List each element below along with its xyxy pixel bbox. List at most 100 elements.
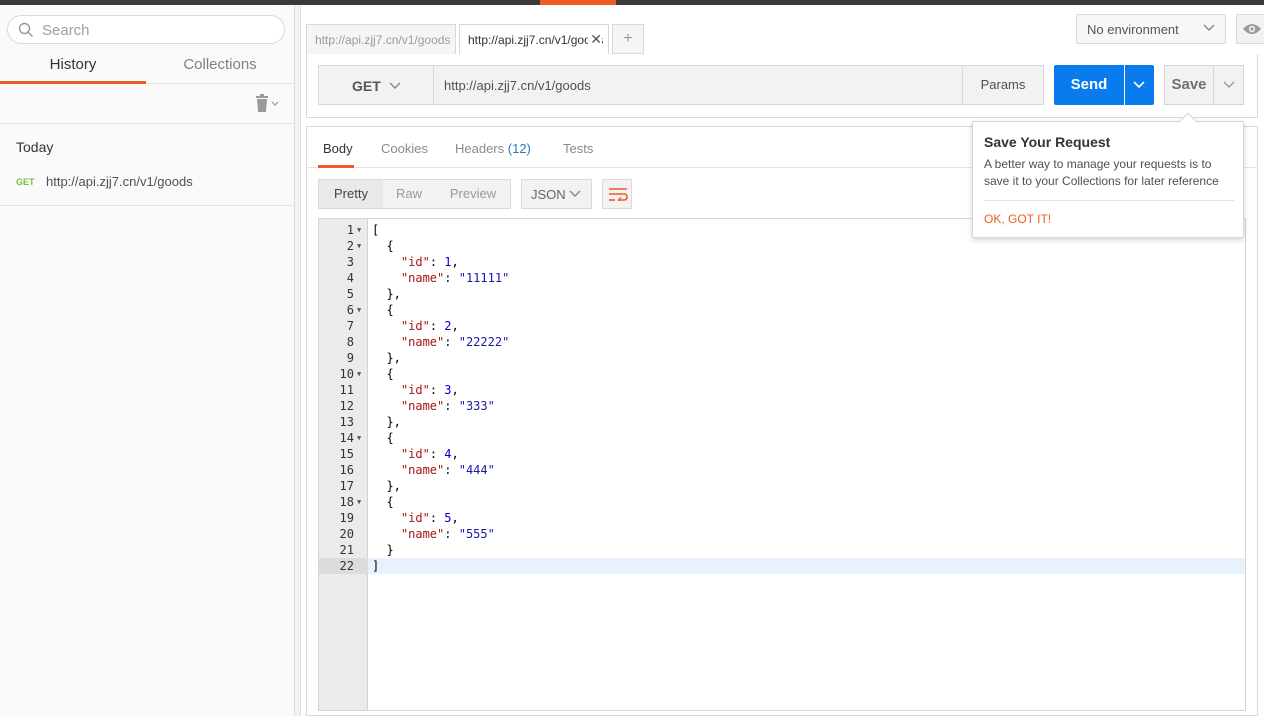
code-text: {: [372, 431, 394, 445]
code-line: 9 },: [319, 350, 1245, 366]
headers-count-badge: (12): [507, 141, 531, 156]
line-number: 18: [339, 495, 354, 509]
line-number: 16: [339, 463, 354, 477]
tooltip-divider: [984, 200, 1234, 201]
code-line: 17 },: [319, 478, 1245, 494]
tab-cookies[interactable]: Cookies: [381, 127, 428, 168]
code-text: "id": 1,: [400, 255, 459, 269]
language-select[interactable]: JSON: [521, 179, 592, 209]
environment-select[interactable]: No environment: [1076, 14, 1226, 44]
history-url: http://api.zjj7.cn/v1/goods: [46, 174, 193, 189]
line-number: 22: [339, 559, 354, 573]
code-text: {: [372, 367, 394, 381]
code-line: 20 "name": "555": [319, 526, 1245, 542]
save-button[interactable]: Save: [1164, 65, 1214, 105]
code-line: 21 }: [319, 542, 1245, 558]
save-options-button[interactable]: [1213, 65, 1244, 105]
chevron-down-icon: [1223, 81, 1235, 88]
request-tab-bar: http://api.zjj7.cn/v1/goods http://api.z…: [302, 5, 1264, 55]
response-body-editor[interactable]: 1 ▼[2 ▼ {3 "id": 1, 4 "name": "11111" 5 }, 6 ▼…: [318, 218, 1246, 711]
tab-collections[interactable]: Collections: [147, 49, 293, 84]
code-text: "name": "555": [400, 527, 495, 541]
fold-toggle-icon[interactable]: ▼: [357, 222, 361, 238]
line-number: 4: [346, 271, 354, 285]
history-item[interactable]: GET http://api.zjj7.cn/v1/goods: [0, 166, 295, 206]
code-line: 19 "id": 5,: [319, 510, 1245, 526]
add-tab-button[interactable]: +: [612, 24, 644, 54]
chevron-down-icon: [1203, 24, 1215, 31]
code-line: 18 ▼ {: [319, 494, 1245, 510]
sidebar-resize-handle[interactable]: [295, 5, 301, 716]
method-select[interactable]: GET: [318, 65, 434, 105]
environment-quick-look-button[interactable]: [1236, 14, 1264, 44]
request-tab-label: http://api.zjj7.cn/v1/goods: [468, 33, 604, 47]
line-number: 11: [339, 383, 354, 397]
search-input[interactable]: [42, 19, 272, 41]
request-builder: GET http://api.zjj7.cn/v1/goods Params S…: [306, 54, 1258, 118]
request-tab[interactable]: http://api.zjj7.cn/v1/goods: [306, 24, 456, 54]
code-text: {: [372, 239, 394, 253]
chevron-down-icon: [1133, 81, 1145, 89]
tab-headers[interactable]: Headers (12): [455, 127, 531, 168]
tab-headers-label: Headers: [455, 141, 505, 156]
request-tab-active[interactable]: http://api.zjj7.cn/v1/goods ✕: [459, 24, 609, 54]
code-line: 14 ▼ {: [319, 430, 1245, 446]
code-line: 5 },: [319, 286, 1245, 302]
trash-icon: [256, 94, 279, 112]
main-panel: http://api.zjj7.cn/v1/goods http://api.z…: [302, 5, 1264, 716]
clear-history-button[interactable]: [253, 94, 283, 114]
history-method: GET: [16, 177, 35, 187]
line-number: 3: [346, 255, 354, 269]
tab-body[interactable]: Body: [318, 127, 354, 168]
line-number: 6: [346, 303, 354, 317]
code-text: {: [372, 495, 394, 509]
language-value: JSON: [531, 187, 566, 202]
line-number: 12: [339, 399, 354, 413]
code-text: "id": 4,: [400, 447, 459, 461]
code-line: 4 "name": "11111": [319, 270, 1245, 286]
tab-history[interactable]: History: [0, 49, 146, 84]
code-text: },: [372, 479, 401, 493]
params-button[interactable]: Params: [962, 65, 1044, 105]
code-text: },: [372, 415, 401, 429]
format-raw-button[interactable]: Raw: [383, 180, 435, 208]
tooltip-dismiss-button[interactable]: OK, GOT IT!: [984, 212, 1051, 226]
url-input[interactable]: http://api.zjj7.cn/v1/goods: [433, 65, 963, 105]
code-line: 7 "id": 2,: [319, 318, 1245, 334]
code-line: 13 },: [319, 414, 1245, 430]
code-text: {: [372, 303, 394, 317]
send-button[interactable]: Send: [1054, 65, 1124, 105]
line-number: 2: [346, 239, 354, 253]
close-icon[interactable]: ✕: [588, 31, 602, 48]
fold-toggle-icon[interactable]: ▼: [357, 238, 361, 254]
fold-toggle-icon[interactable]: ▼: [357, 430, 361, 446]
code-line: 2 ▼ {: [319, 238, 1245, 254]
line-number: 13: [339, 415, 354, 429]
code-text: "name": "11111": [400, 271, 510, 285]
line-number: 15: [339, 447, 354, 461]
code-text: "id": 5,: [400, 511, 459, 525]
fold-toggle-icon[interactable]: ▼: [357, 494, 361, 510]
wrap-lines-button[interactable]: [602, 179, 632, 209]
tab-tests[interactable]: Tests: [563, 127, 593, 168]
line-number: 21: [339, 543, 354, 557]
line-number: 10: [339, 367, 354, 381]
search-box[interactable]: [7, 15, 285, 44]
code-line: 11 "id": 3,: [319, 382, 1245, 398]
tooltip-body: A better way to manage your requests is …: [984, 157, 1219, 188]
fold-toggle-icon[interactable]: ▼: [357, 302, 361, 318]
format-pretty-button[interactable]: Pretty: [319, 180, 383, 208]
format-preview-button[interactable]: Preview: [435, 180, 511, 208]
environment-value: No environment: [1087, 22, 1179, 37]
fold-toggle-icon[interactable]: ▼: [357, 366, 361, 382]
method-value: GET: [352, 78, 381, 94]
line-number: 14: [339, 431, 354, 445]
send-options-button[interactable]: [1125, 65, 1154, 105]
code-text: },: [372, 351, 401, 365]
line-number: 9: [346, 351, 354, 365]
code-line: 10 ▼ {: [319, 366, 1245, 382]
line-number: 5: [346, 287, 354, 301]
code-line: 6 ▼ {: [319, 302, 1245, 318]
history-section-today: Today: [16, 139, 54, 155]
code-text: [: [372, 223, 380, 237]
